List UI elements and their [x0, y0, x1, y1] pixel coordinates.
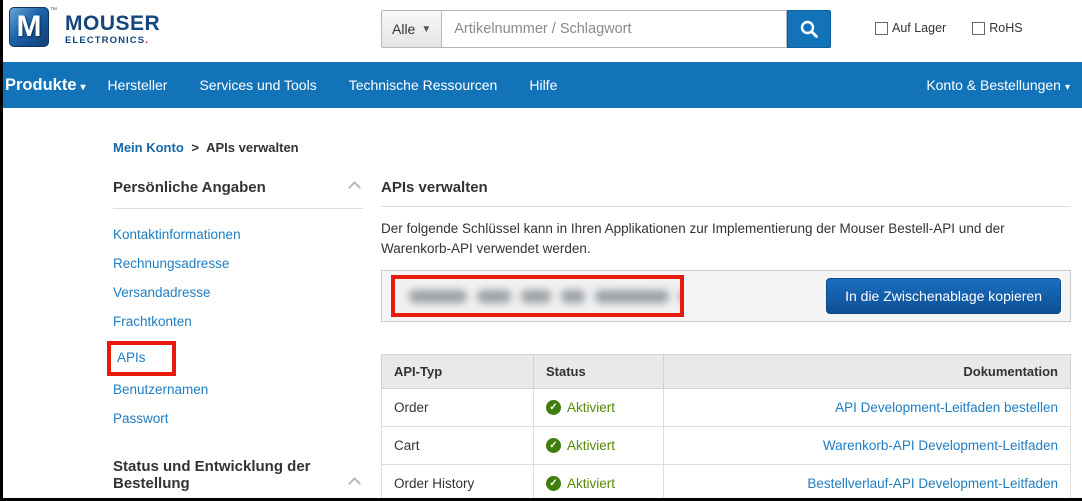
api-key-description: Der folgende Schlüssel kann in Ihren App…: [381, 219, 1071, 258]
account-sidebar: Persönliche Angaben Kontaktinformationen…: [113, 179, 363, 498]
doc-link-order[interactable]: API Development-Leitfaden bestellen: [835, 400, 1058, 415]
sidebar-item-benutzernamen[interactable]: Benutzernamen: [113, 380, 363, 399]
mouser-logo[interactable]: M ™ MOUSER ELECTRONICS.: [9, 7, 160, 47]
table-row: Cart ✓ Aktiviert Warenkorb-API Developmen…: [382, 427, 1071, 465]
doc-link-order-history[interactable]: Bestellverlauf-API Development-Leitfaden: [807, 476, 1058, 491]
doc-link-cart[interactable]: Warenkorb-API Development-Leitfaden: [823, 438, 1058, 453]
search-input[interactable]: [442, 10, 787, 48]
api-type-cell: Cart: [382, 427, 534, 465]
in-stock-label: Auf Lager: [892, 21, 946, 35]
api-type-cell: Order: [382, 389, 534, 427]
search-category-dropdown[interactable]: Alle ▼: [381, 10, 442, 48]
divider: [113, 208, 363, 209]
breadcrumb-separator: >: [191, 140, 199, 155]
api-key-panel: In die Zwischenablage kopieren: [381, 270, 1071, 322]
api-key-annotation-redbox: [391, 275, 684, 317]
search-button[interactable]: [787, 10, 831, 48]
browser-page: M ™ MOUSER ELECTRONICS. Alle ▼: [3, 0, 1082, 498]
api-table: API-Typ Status Dokumentation Order ✓ Akti…: [381, 354, 1071, 498]
rohs-label: RoHS: [989, 21, 1022, 35]
logo-subtitle: ELECTRONICS.: [65, 36, 160, 46]
column-header-dokumentation: Dokumentation: [664, 355, 1071, 389]
search-category-label: Alle: [392, 21, 415, 37]
table-row: Order ✓ Aktiviert API Development-Leitfad…: [382, 389, 1071, 427]
documentation-cell: Warenkorb-API Development-Leitfaden: [664, 427, 1071, 465]
sidebar-section-personal-label: Persönliche Angaben: [113, 179, 266, 196]
status-cell: ✓ Aktiviert: [534, 427, 664, 465]
nav-produkte-label: Produkte: [5, 76, 77, 94]
api-type-cell: Order History: [382, 465, 534, 498]
sidebar-item-kontaktinformationen[interactable]: Kontaktinformationen: [113, 225, 363, 244]
status-label: Aktiviert: [567, 438, 615, 453]
search-icon: [799, 19, 819, 39]
table-header-row: API-Typ Status Dokumentation: [382, 355, 1071, 389]
trademark-symbol: ™: [50, 7, 57, 14]
nav-item-services-und-tools[interactable]: Services und Tools: [199, 77, 316, 93]
apis-annotation-redbox: APIs: [107, 341, 176, 376]
content-area: Persönliche Angaben Kontaktinformationen…: [3, 179, 1082, 498]
table-row: Order History ✓ Aktiviert Bestellverlauf-…: [382, 465, 1071, 498]
chevron-down-icon: ▾: [1065, 82, 1070, 93]
rohs-checkbox[interactable]: RoHS: [972, 21, 1022, 35]
checkbox-icon: [875, 22, 888, 35]
nav-account-label: Konto & Bestellungen: [926, 77, 1061, 93]
mouser-m-icon: M: [9, 7, 49, 47]
sidebar-section-personal-title: Persönliche Angaben: [113, 179, 363, 196]
nav-item-hersteller[interactable]: Hersteller: [108, 77, 168, 93]
status-cell: ✓ Aktiviert: [534, 389, 664, 427]
sidebar-item-passwort[interactable]: Passwort: [113, 409, 363, 428]
divider: [381, 206, 1071, 207]
nav-item-hilfe[interactable]: Hilfe: [529, 77, 557, 93]
search-bar: Alle ▼: [381, 10, 831, 48]
copy-to-clipboard-button[interactable]: In die Zwischenablage kopieren: [826, 278, 1061, 314]
column-header-status: Status: [534, 355, 664, 389]
nav-account-dropdown[interactable]: Konto & Bestellungen ▾: [926, 77, 1070, 93]
sidebar-section-order-title: Status und Entwicklung der Bestellung: [113, 458, 363, 492]
documentation-cell: API Development-Leitfaden bestellen: [664, 389, 1071, 427]
breadcrumb: Mein Konto > APIs verwalten: [113, 140, 1082, 155]
sidebar-item-versandadresse[interactable]: Versandadresse: [113, 283, 363, 302]
status-cell: ✓ Aktiviert: [534, 465, 664, 498]
sidebar-section-order-label: Status und Entwicklung der Bestellung: [113, 458, 311, 492]
sidebar-section-order-status: Status und Entwicklung der Bestellung Be…: [113, 458, 363, 498]
breadcrumb-mein-konto-link[interactable]: Mein Konto: [113, 140, 184, 155]
main-panel: APIs verwalten Der folgende Schlüssel ka…: [381, 179, 1071, 498]
top-header: M ™ MOUSER ELECTRONICS. Alle ▼: [3, 0, 1082, 62]
status-label: Aktiviert: [567, 400, 615, 415]
nav-item-technische-ressourcen[interactable]: Technische Ressourcen: [349, 77, 498, 93]
documentation-cell: Bestellverlauf-API Development-Leitfaden: [664, 465, 1071, 498]
api-key-value-redacted: [409, 290, 684, 303]
logo-subtitle-text: ELECTRONICS: [65, 35, 145, 46]
column-header-api-typ: API-Typ: [382, 355, 534, 389]
page-title: APIs verwalten: [381, 179, 1071, 196]
checkbox-icon: [972, 22, 985, 35]
check-circle-icon: ✓: [546, 400, 561, 415]
logo-subtitle-dot: .: [145, 35, 149, 46]
chevron-down-icon: ▾: [81, 82, 86, 93]
check-circle-icon: ✓: [546, 438, 561, 453]
header-filters: Auf Lager RoHS: [875, 21, 1023, 35]
logo-brand: MOUSER: [65, 13, 160, 34]
sidebar-item-apis[interactable]: APIs: [117, 348, 146, 367]
chevron-up-icon[interactable]: [348, 477, 361, 490]
in-stock-checkbox[interactable]: Auf Lager: [875, 21, 946, 35]
breadcrumb-current: APIs verwalten: [206, 140, 299, 155]
main-navigation: Produkte▾ Hersteller Services und Tools …: [3, 62, 1082, 108]
nav-item-produkte[interactable]: Produkte ▾: [5, 76, 86, 95]
status-label: Aktiviert: [567, 476, 615, 491]
logo-text: MOUSER ELECTRONICS.: [65, 13, 160, 46]
chevron-down-icon: ▼: [421, 24, 431, 35]
sidebar-item-rechnungsadresse[interactable]: Rechnungsadresse: [113, 254, 363, 273]
sidebar-item-frachtkonten[interactable]: Frachtkonten: [113, 312, 363, 331]
chevron-up-icon[interactable]: [348, 181, 361, 194]
check-circle-icon: ✓: [546, 476, 561, 491]
